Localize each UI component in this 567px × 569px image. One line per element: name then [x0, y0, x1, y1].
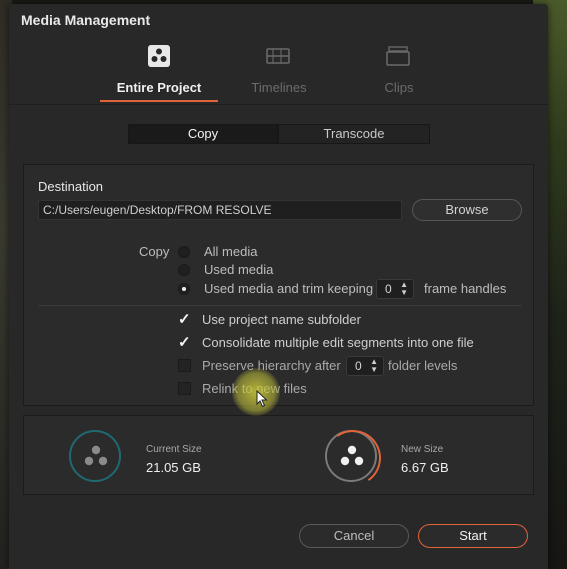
transcode-mode-button[interactable]: Transcode: [278, 124, 430, 144]
active-tab-indicator: [100, 100, 218, 102]
start-button[interactable]: Start: [418, 524, 528, 548]
cancel-button[interactable]: Cancel: [299, 524, 409, 548]
new-size-value: 6.67 GB: [401, 460, 449, 475]
folder-levels-label: folder levels: [388, 358, 458, 373]
tab-timelines[interactable]: Timelines: [219, 40, 339, 104]
folder-levels-stepper[interactable]: 0 ▲ ▼: [346, 356, 384, 376]
radio-label: All media: [204, 244, 258, 259]
resolve-logo-icon: [84, 445, 108, 466]
tab-entire-project[interactable]: Entire Project: [99, 40, 219, 104]
stepper-arrows-icon[interactable]: ▲ ▼: [400, 281, 408, 297]
media-management-dialog: Media Management Entire Project Timeline…: [9, 4, 548, 569]
copy-mode-button[interactable]: Copy: [128, 124, 278, 144]
options-panel: Destination C:/Users/eugen/Desktop/FROM …: [23, 164, 534, 406]
radio-used-media-trim[interactable]: Used media and trim keeping 0 ▲ ▼ frame h…: [178, 279, 518, 299]
mouse-pointer-icon: [256, 390, 268, 408]
resolve-logo-icon: [148, 45, 170, 67]
radio-label: Used media: [204, 262, 274, 277]
stepper-arrows-icon[interactable]: ▲ ▼: [370, 358, 378, 374]
destination-label: Destination: [38, 179, 104, 194]
new-size-label: New Size: [401, 444, 444, 455]
dialog-title: Media Management: [21, 12, 151, 28]
tab-label: Timelines: [251, 80, 307, 95]
current-size-label: Current Size: [146, 444, 202, 455]
frame-handles-stepper[interactable]: 0 ▲ ▼: [376, 279, 414, 299]
timeline-icon: [266, 48, 290, 64]
checkbox-label: Use project name subfolder: [202, 312, 361, 327]
destination-path-field[interactable]: C:/Users/eugen/Desktop/FROM RESOLVE: [38, 200, 402, 220]
checkbox[interactable]: [178, 382, 191, 395]
current-size-indicator: [69, 430, 121, 482]
new-size-indicator: [325, 430, 377, 482]
size-summary-panel: Current Size 21.05 GB New Size 6.67 GB: [23, 415, 534, 495]
checkbox-label: Preserve hierarchy after: [202, 358, 341, 373]
checkbox[interactable]: [178, 359, 191, 372]
browse-button[interactable]: Browse: [412, 199, 522, 221]
option-preserve-hierarchy[interactable]: Preserve hierarchy after 0 ▲ ▼ folder lev…: [178, 356, 518, 376]
checkmark-icon[interactable]: ✓: [178, 312, 191, 327]
clips-icon: [386, 46, 410, 66]
copy-options-label: Copy: [139, 244, 170, 259]
radio-button[interactable]: [178, 264, 190, 276]
radio-label: Used media and trim keeping: [204, 281, 374, 296]
radio-button[interactable]: [178, 246, 190, 258]
frame-handles-value: 0: [385, 282, 392, 296]
resolve-logo-icon: [340, 445, 364, 466]
section-divider: [38, 305, 522, 306]
folder-levels-value: 0: [355, 359, 362, 373]
checkmark-icon[interactable]: ✓: [178, 335, 191, 350]
tab-divider: [9, 104, 548, 105]
radio-button[interactable]: [178, 283, 190, 295]
tab-label: Clips: [384, 80, 414, 95]
frame-handles-label: frame handles: [424, 281, 507, 296]
current-size-value: 21.05 GB: [146, 460, 201, 475]
checkbox-label: Consolidate multiple edit segments into …: [202, 335, 474, 350]
tab-clips[interactable]: Clips: [339, 40, 459, 104]
tab-label: Entire Project: [116, 80, 202, 95]
